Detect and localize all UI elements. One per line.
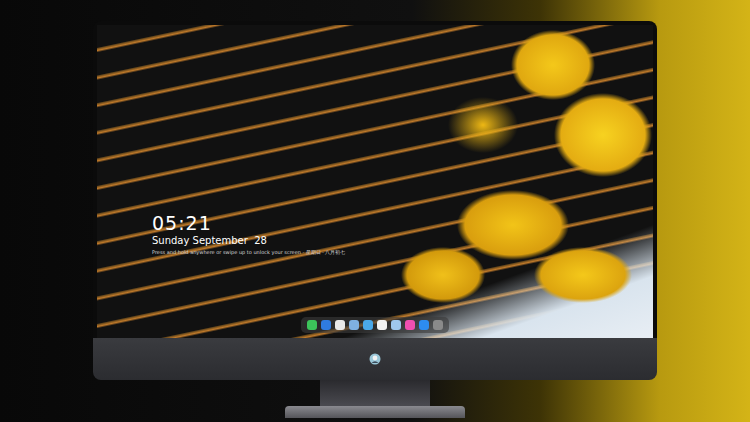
- clock-date: Sunday September 28: [152, 234, 653, 248]
- clock-block: 05:21Sunday September 28Press and hold a…: [97, 25, 653, 257]
- app-icon[interactable]: [307, 320, 317, 330]
- monitor-bezel: 05:21Sunday September 28Press and hold a…: [93, 21, 657, 338]
- unlock-hint: Press and hold anywhere or swipe up to u…: [152, 248, 653, 257]
- dock: [301, 317, 449, 333]
- brand-logo-icon: [369, 353, 381, 365]
- monitor-chin: [93, 338, 657, 380]
- monitor-base: [285, 406, 465, 418]
- dock-row: [97, 317, 653, 338]
- app-icon[interactable]: [363, 320, 373, 330]
- app-icon[interactable]: [419, 320, 429, 330]
- page: 05:21Sunday September 28Press and hold a…: [0, 0, 750, 422]
- app-icon[interactable]: [377, 320, 387, 330]
- monitor: 05:21Sunday September 28Press and hold a…: [93, 21, 657, 422]
- app-icon[interactable]: [433, 320, 443, 330]
- app-icon[interactable]: [335, 320, 345, 330]
- clock-time: 05:21: [152, 212, 653, 234]
- lock-screen: 05:21Sunday September 28Press and hold a…: [97, 25, 653, 338]
- wallpaper-photo: [353, 25, 653, 338]
- app-icon[interactable]: [391, 320, 401, 330]
- monitor-stand: [320, 380, 430, 406]
- app-icon[interactable]: [321, 320, 331, 330]
- app-icon[interactable]: [349, 320, 359, 330]
- app-icon[interactable]: [405, 320, 415, 330]
